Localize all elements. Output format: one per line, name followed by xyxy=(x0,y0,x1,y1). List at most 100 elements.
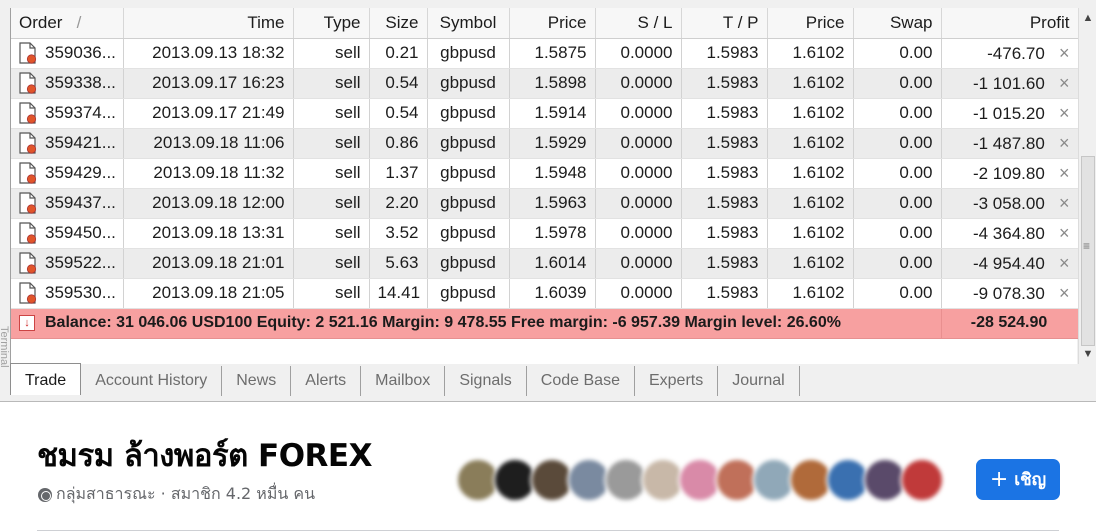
order-doc-icon xyxy=(19,42,37,64)
tab-journal[interactable]: Journal xyxy=(718,366,800,396)
order-symbol: gbpusd xyxy=(427,128,510,159)
order-current-price: 1.6102 xyxy=(767,38,854,69)
order-doc-icon xyxy=(19,102,37,124)
order-tp: 1.5983 xyxy=(681,128,768,159)
close-order-icon[interactable]: × xyxy=(1059,253,1070,273)
close-order-icon[interactable]: × xyxy=(1059,43,1070,63)
col-current-price-header[interactable]: Price xyxy=(767,8,854,39)
order-swap: 0.00 xyxy=(853,68,942,99)
scroll-down-arrow-icon[interactable]: ▼ xyxy=(1079,344,1096,364)
order-sl: 0.0000 xyxy=(595,188,682,219)
tab-news[interactable]: News xyxy=(222,366,292,396)
order-tp: 1.5983 xyxy=(681,98,768,129)
group-meta: กลุ่มสาธารณะ · สมาชิก 4.2 หมื่น คน xyxy=(38,482,315,507)
order-type: sell xyxy=(293,128,370,159)
order-profit-cell: -2 109.80 × xyxy=(941,158,1079,189)
close-order-icon[interactable]: × xyxy=(1059,133,1070,153)
orders-grid: Order / Time Type Size Symbol Price S / … xyxy=(10,8,1079,364)
order-size: 1.37 xyxy=(369,158,428,189)
order-doc-icon xyxy=(19,252,37,274)
order-symbol: gbpusd xyxy=(427,98,510,129)
vertical-scrollbar[interactable]: ▲ ≡ ▼ xyxy=(1078,8,1096,364)
order-symbol: gbpusd xyxy=(427,218,510,249)
invite-button[interactable]: + เชิญ xyxy=(976,459,1060,500)
col-sl-header[interactable]: S / L xyxy=(595,8,682,39)
col-time-header[interactable]: Time xyxy=(123,8,294,39)
orders-table: Order / Time Type Size Symbol Price S / … xyxy=(11,8,1079,339)
order-price: 1.5875 xyxy=(509,38,596,69)
order-time: 2013.09.18 21:05 xyxy=(123,278,294,309)
order-tp: 1.5983 xyxy=(681,68,768,99)
order-current-price: 1.6102 xyxy=(767,278,854,309)
trade-terminal-window: Terminal Order / Time Type Size Symbol P… xyxy=(0,0,1096,402)
order-row[interactable]: 359036... 2013.09.13 18:32 sell 0.21 gbpusd 1… xyxy=(11,38,1079,69)
tab-mailbox[interactable]: Mailbox xyxy=(361,366,446,396)
order-tp: 1.5983 xyxy=(681,188,768,219)
order-price: 1.5963 xyxy=(509,188,596,219)
order-price: 1.6014 xyxy=(509,248,596,279)
order-current-price: 1.6102 xyxy=(767,218,854,249)
order-symbol: gbpusd xyxy=(427,188,510,219)
order-size: 14.41 xyxy=(369,278,428,309)
order-cell: 359374... xyxy=(11,98,124,129)
order-row[interactable]: 359338... 2013.09.17 16:23 sell 0.54 gbpusd 1… xyxy=(11,68,1079,99)
account-summary-text: Balance: 31 046.06 USD100 Equity: 2 521.… xyxy=(45,314,841,331)
close-order-icon[interactable]: × xyxy=(1059,103,1070,123)
order-row[interactable]: 359374... 2013.09.17 21:49 sell 0.54 gbpusd 1… xyxy=(11,98,1079,129)
order-size: 0.21 xyxy=(369,38,428,69)
order-current-price: 1.6102 xyxy=(767,188,854,219)
scroll-grip-icon: ≡ xyxy=(1083,239,1091,253)
order-doc-icon xyxy=(19,222,37,244)
tab-signals[interactable]: Signals xyxy=(445,366,527,396)
order-size: 0.86 xyxy=(369,128,428,159)
close-order-icon[interactable]: × xyxy=(1059,73,1070,93)
order-type: sell xyxy=(293,98,370,129)
order-symbol: gbpusd xyxy=(427,248,510,279)
tab-experts[interactable]: Experts xyxy=(635,366,719,396)
member-avatars[interactable] xyxy=(456,458,946,502)
close-order-icon[interactable]: × xyxy=(1059,163,1070,183)
col-order-header[interactable]: Order / xyxy=(11,8,124,39)
tab-trade[interactable]: Trade xyxy=(10,363,82,395)
order-row[interactable]: 359421... 2013.09.18 11:06 sell 0.86 gbpusd 1… xyxy=(11,128,1079,159)
order-cell: 359429... xyxy=(11,158,124,189)
order-size: 0.54 xyxy=(369,68,428,99)
col-size-header[interactable]: Size xyxy=(369,8,428,39)
order-price: 1.5948 xyxy=(509,158,596,189)
order-price: 1.5898 xyxy=(509,68,596,99)
order-symbol: gbpusd xyxy=(427,38,510,69)
col-type-header[interactable]: Type xyxy=(293,8,370,39)
order-size: 5.63 xyxy=(369,248,428,279)
invite-label: เชิญ xyxy=(1014,470,1047,490)
scroll-up-arrow-icon[interactable]: ▲ xyxy=(1079,8,1096,28)
order-swap: 0.00 xyxy=(853,98,942,129)
total-profit: -28 524.90 xyxy=(941,308,1079,339)
order-type: sell xyxy=(293,218,370,249)
order-row[interactable]: 359437... 2013.09.18 12:00 sell 2.20 gbpusd 1… xyxy=(11,188,1079,219)
order-cell: 359036... xyxy=(11,38,124,69)
tab-alerts[interactable]: Alerts xyxy=(291,366,362,396)
col-tp-header[interactable]: T / P xyxy=(681,8,768,39)
order-swap: 0.00 xyxy=(853,218,942,249)
close-order-icon[interactable]: × xyxy=(1059,193,1070,213)
order-sl: 0.0000 xyxy=(595,278,682,309)
close-order-icon[interactable]: × xyxy=(1059,223,1070,243)
col-swap-header[interactable]: Swap xyxy=(853,8,942,39)
tab-code-base[interactable]: Code Base xyxy=(527,366,635,396)
order-row[interactable]: 359429... 2013.09.18 11:32 sell 1.37 gbpusd 1… xyxy=(11,158,1079,189)
col-price-header[interactable]: Price xyxy=(509,8,596,39)
account-summary-row[interactable]: ↓ Balance: 31 046.06 USD100 Equity: 2 521… xyxy=(11,308,1079,339)
col-symbol-header[interactable]: Symbol xyxy=(427,8,510,39)
close-order-icon[interactable]: × xyxy=(1059,283,1070,303)
col-profit-header[interactable]: Profit xyxy=(941,8,1079,39)
order-price: 1.5978 xyxy=(509,218,596,249)
order-row[interactable]: 359450... 2013.09.18 13:31 sell 3.52 gbpusd 1… xyxy=(11,218,1079,249)
order-row[interactable]: 359522... 2013.09.18 21:01 sell 5.63 gbpusd 1… xyxy=(11,248,1079,279)
order-profit-cell: -1 101.60 × xyxy=(941,68,1079,99)
tab-account-history[interactable]: Account History xyxy=(81,366,223,396)
order-symbol: gbpusd xyxy=(427,158,510,189)
order-sl: 0.0000 xyxy=(595,248,682,279)
order-row[interactable]: 359530... 2013.09.18 21:05 sell 14.41 gbpusd… xyxy=(11,278,1079,309)
member-avatar[interactable] xyxy=(900,458,944,502)
order-profit-cell: -4 364.80 × xyxy=(941,218,1079,249)
